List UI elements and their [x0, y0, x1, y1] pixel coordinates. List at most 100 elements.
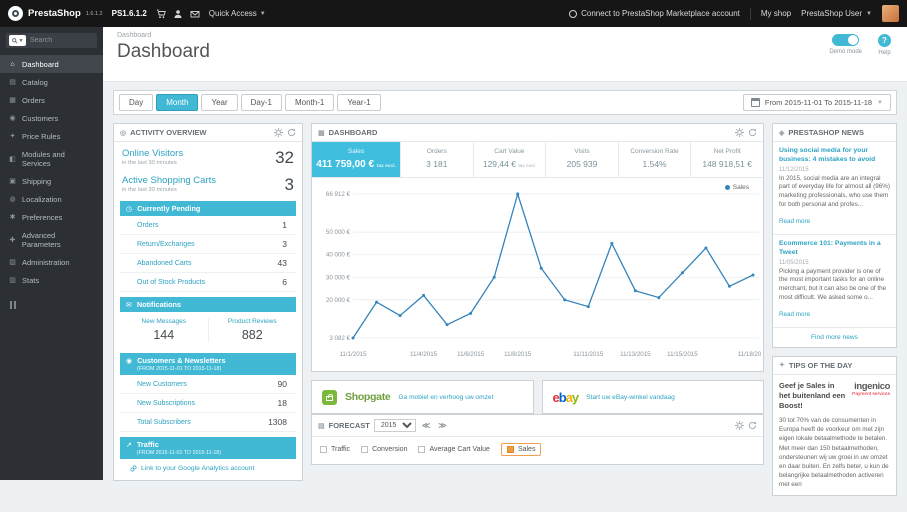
quick-access-menu[interactable]: Quick Access ▼	[209, 9, 266, 18]
panel-title: DASHBOARD	[328, 128, 378, 137]
gear-icon[interactable]	[274, 128, 283, 137]
ingenico-logo: ingenico Payment services	[852, 380, 890, 397]
active-carts-row[interactable]: Active Shopping Carts in the last 30 min…	[114, 169, 302, 196]
sidebar-item-dashboard[interactable]: ⌂ Dashboard	[0, 55, 103, 73]
sidebar-item-localization[interactable]: ◍ Localization	[0, 190, 103, 208]
forecast-legend-sales[interactable]: Sales	[500, 443, 542, 456]
google-analytics-link[interactable]: Link to your Google Analytics account	[114, 459, 302, 480]
new-subscriptions-row[interactable]: New Subscriptions 18	[120, 394, 296, 413]
kpi-sales[interactable]: Sales 411 759,00 € tax excl.	[312, 142, 401, 177]
refresh-icon[interactable]	[748, 421, 757, 430]
sidebar-item-orders[interactable]: ▦ Orders	[0, 91, 103, 109]
my-shop-link[interactable]: My shop	[761, 9, 791, 18]
forecast-panel: ▤ FORECAST 2015 ≪ ≫ Traffic Conversion A…	[311, 414, 764, 465]
range-button-month-1[interactable]: Month-1	[284, 94, 335, 111]
search-scope-dropdown[interactable]: ▼	[9, 35, 26, 46]
product-reviews-stat[interactable]: Product Reviews 882	[209, 318, 297, 342]
search-input[interactable]	[30, 37, 94, 44]
breadcrumb: Dashboard	[117, 32, 152, 39]
demo-mode-toggle[interactable]	[832, 34, 860, 46]
sidebar-item-price-rules[interactable]: ✦ Price Rules	[0, 127, 103, 145]
help-icon[interactable]: ?	[878, 34, 891, 47]
message-notifications-icon[interactable]	[190, 9, 200, 19]
refresh-icon[interactable]	[287, 128, 296, 137]
user-avatar[interactable]	[882, 5, 899, 22]
range-button-month[interactable]: Month	[156, 94, 199, 111]
shipping-icon: ▣	[9, 178, 16, 185]
news-item: Using social media for your business: 4 …	[773, 142, 896, 235]
kpi-net-profit[interactable]: Net Profit 148 918,51 €	[691, 142, 763, 177]
range-button-year[interactable]: Year	[201, 94, 238, 111]
envelope-icon: ✉	[126, 302, 132, 309]
clock-icon: ◷	[126, 206, 133, 213]
divider	[749, 7, 751, 20]
catalog-icon: ▤	[9, 79, 16, 86]
tips-of-the-day-panel: ✦ TIPS OF THE DAY Geef je Sales in het b…	[772, 355, 897, 497]
panel-title: ACTIVITY OVERVIEW	[130, 128, 207, 137]
online-visitors-row[interactable]: Online Visitors in the last 30 minutes 3…	[114, 142, 302, 169]
news-title-link[interactable]: Ecommerce 101: Payments in a Tweet	[779, 240, 890, 258]
forecast-panel-icon: ▤	[318, 422, 325, 430]
ebay-link[interactable]: Start uw eBay-winkel vandaag	[586, 394, 675, 401]
pending-orders-row[interactable]: Orders 1	[120, 216, 296, 235]
prestashop-brand[interactable]: PrestaShop 1.6.1.2	[8, 6, 103, 21]
kpi-conversion-rate[interactable]: Conversion Rate 1.54%	[619, 142, 692, 177]
sidebar-item-customers[interactable]: ◉ Customers	[0, 109, 103, 127]
read-more-link[interactable]: Read more	[779, 218, 810, 225]
forecast-year-select[interactable]: 2015	[373, 419, 416, 432]
news-date: 11/12/2015	[779, 166, 809, 173]
sidebar-item-catalog[interactable]: ▤ Catalog	[0, 73, 103, 91]
news-title-link[interactable]: Using social media for your business: 4 …	[779, 147, 890, 165]
pending-returns-row[interactable]: Return/Exchanges 3	[120, 235, 296, 254]
sidebar-item-modules-and-services[interactable]: ◧ Modules and Services	[0, 145, 103, 172]
sidebar-item-shipping[interactable]: ▣ Shipping	[0, 172, 103, 190]
svg-text:11/8/2015: 11/8/2015	[504, 351, 532, 358]
forecast-legend-average-cart-value[interactable]: Average Cart Value	[418, 446, 490, 453]
svg-text:11/18/2015: 11/18/2015	[738, 351, 761, 358]
forecast-next-icon[interactable]: ≫	[436, 421, 448, 430]
activity-overview-panel: ◎ ACTIVITY OVERVIEW Online Visitors in t…	[113, 123, 303, 481]
marketplace-link[interactable]: Connect to PrestaShop Marketplace accoun…	[569, 9, 740, 18]
date-range-picker[interactable]: From 2015-11-01 To 2015-11-18 ▼	[742, 94, 891, 111]
svg-text:20 000 €: 20 000 €	[326, 297, 351, 304]
new-customers-row[interactable]: New Customers 90	[120, 375, 296, 394]
kpi-visits[interactable]: Visits 205 939	[546, 142, 619, 177]
sidebar-item-advanced-parameters[interactable]: ✚ Advanced Parameters	[0, 226, 103, 253]
cart-notifications-icon[interactable]	[156, 9, 166, 19]
chart-legend: Sales	[724, 184, 749, 191]
active-carts-label: Active Shopping Carts	[122, 175, 216, 186]
forecast-legend-conversion[interactable]: Conversion	[361, 446, 407, 453]
user-menu[interactable]: PrestaShop User ▼	[801, 9, 872, 18]
customer-notifications-icon[interactable]	[173, 9, 183, 19]
sidebar-collapse-button[interactable]	[10, 301, 103, 309]
read-more-link[interactable]: Read more	[779, 311, 810, 318]
gear-icon[interactable]	[735, 128, 744, 137]
forecast-legend: Traffic Conversion Average Cart Value Sa…	[312, 437, 763, 464]
sidebar-search: ▼	[6, 33, 97, 48]
sidebar-item-stats[interactable]: ▥ Stats	[0, 271, 103, 289]
brand-name: PrestaShop	[28, 8, 81, 19]
forecast-prev-icon[interactable]: ≪	[420, 421, 432, 430]
find-more-news-link[interactable]: Find more news	[773, 328, 896, 347]
out-of-stock-row[interactable]: Out of Stock Products 6	[120, 273, 296, 292]
online-visitors-value: 32	[275, 148, 294, 167]
administration-icon: ▨	[9, 259, 16, 266]
total-subscribers-row[interactable]: Total Subscribers 1308	[120, 413, 296, 432]
shopgate-link[interactable]: Ga mobiel en verhoog uw omzet	[398, 394, 493, 401]
refresh-icon[interactable]	[748, 128, 757, 137]
sidebar-item-preferences[interactable]: ✱ Preferences	[0, 208, 103, 226]
kpi-orders[interactable]: Orders 3 181	[401, 142, 474, 177]
new-messages-stat[interactable]: New Messages 144	[120, 318, 209, 342]
range-button-day[interactable]: Day	[119, 94, 154, 111]
search-icon	[11, 37, 18, 44]
kpi-strip: Sales 411 759,00 € tax excl. Orders 3 18…	[312, 142, 763, 178]
forecast-legend-traffic[interactable]: Traffic	[320, 446, 350, 453]
range-button-year-1[interactable]: Year-1	[337, 94, 381, 111]
sales-chart-area: Sales 66 912 € 50 000 € 40 000 € 30 000 € 20…	[312, 178, 769, 371]
abandoned-carts-row[interactable]: Abandoned Carts 43	[120, 254, 296, 273]
sidebar-item-administration[interactable]: ▨ Administration	[0, 253, 103, 271]
gear-icon[interactable]	[735, 421, 744, 430]
kpi-cart-value[interactable]: Cart Value 129,44 € tax excl.	[474, 142, 547, 177]
advanced-parameters-icon: ✚	[9, 236, 16, 244]
range-button-day-1[interactable]: Day-1	[240, 94, 282, 111]
